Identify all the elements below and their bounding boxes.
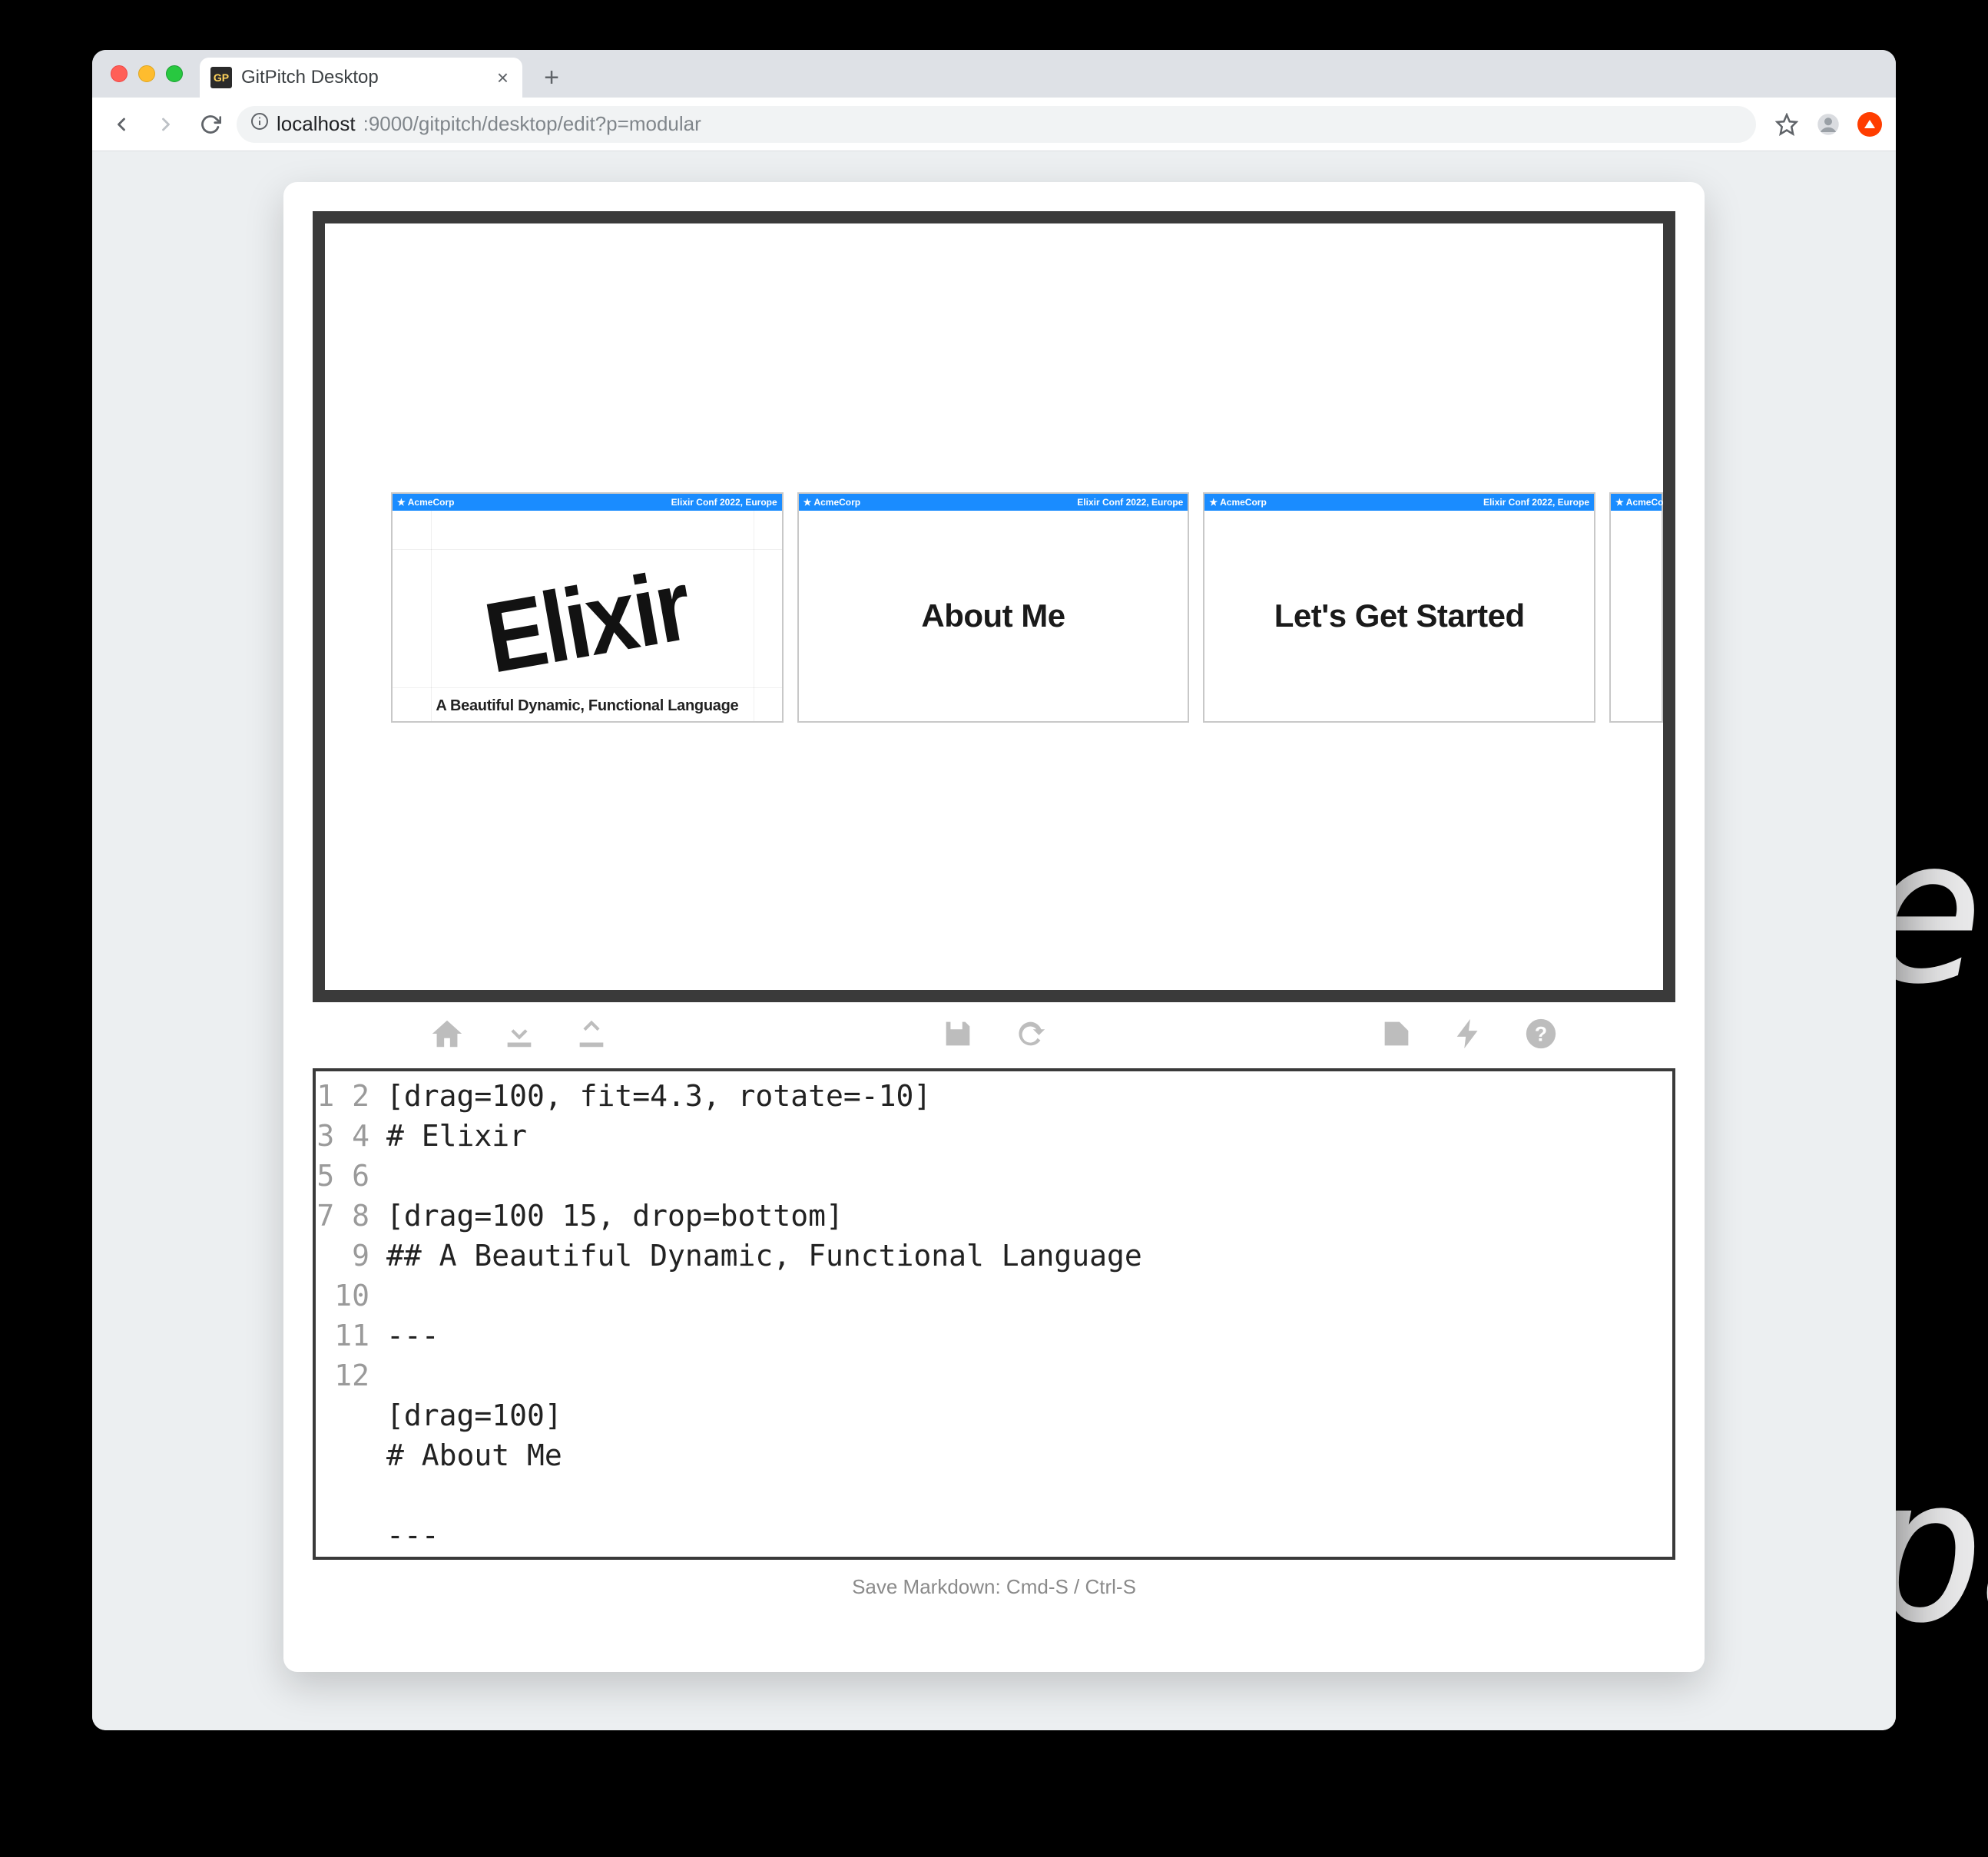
slide-header: AcmeCorp Elixir Conf 2022, Europe bbox=[799, 494, 1188, 511]
gitpitch-app-panel: AcmeCorp Elixir Conf 2022, Europe Elixir… bbox=[283, 182, 1705, 1672]
upload-icon[interactable] bbox=[574, 1016, 609, 1055]
browser-tabstrip: GP GitPitch Desktop × + bbox=[92, 50, 1896, 98]
slide-event: Elixir Conf 2022, Europe bbox=[1483, 497, 1589, 508]
slide-thumbnail-3[interactable]: AcmeCorp Elixir Conf 2022, Europe Let's … bbox=[1203, 492, 1595, 723]
refresh-icon[interactable] bbox=[1012, 1016, 1048, 1055]
editor-code[interactable]: [drag=100, fit=4.3, rotate=-10] # Elixir… bbox=[377, 1071, 1672, 1557]
slide-thumbnail-1[interactable]: AcmeCorp Elixir Conf 2022, Europe Elixir… bbox=[391, 492, 784, 723]
page-content: AcmeCorp Elixir Conf 2022, Europe Elixir… bbox=[92, 151, 1896, 1730]
editor-toolbar: ? bbox=[283, 1002, 1705, 1068]
url-host: localhost bbox=[277, 112, 356, 136]
save-hint: Save Markdown: Cmd-S / Ctrl-S bbox=[283, 1560, 1705, 1619]
window-minimize-button[interactable] bbox=[138, 65, 155, 82]
url-path: :9000/gitpitch/desktop/edit?p=modular bbox=[363, 112, 701, 136]
nav-back-button[interactable] bbox=[103, 106, 140, 143]
slide-brand: AcmeCorp bbox=[1209, 497, 1266, 508]
browser-window: GP GitPitch Desktop × + localhost :9000/g… bbox=[92, 50, 1896, 1730]
markdown-editor[interactable]: 1 2 3 4 5 6 7 8 9 10 11 12 [drag=100, fi… bbox=[313, 1068, 1675, 1560]
extension-icon[interactable] bbox=[1854, 109, 1885, 140]
tab-favicon: GP bbox=[210, 67, 232, 88]
window-zoom-button[interactable] bbox=[166, 65, 183, 82]
window-controls bbox=[103, 50, 194, 98]
browser-toolbar: localhost :9000/gitpitch/desktop/edit?p=m… bbox=[92, 98, 1896, 151]
slide-1-subtitle: A Beautiful Dynamic, Functional Language bbox=[393, 697, 782, 715]
slide-event: Elixir Conf 2022, Europe bbox=[1077, 497, 1183, 508]
slide-header: AcmeCorp Elixir Conf 2022, Europe bbox=[393, 494, 782, 511]
window-close-button[interactable] bbox=[111, 65, 128, 82]
home-icon[interactable] bbox=[429, 1016, 465, 1055]
slide-brand: AcmeCorp bbox=[397, 497, 454, 508]
open-external-icon[interactable] bbox=[1379, 1016, 1414, 1055]
new-tab-button[interactable]: + bbox=[535, 61, 568, 94]
slide-header: AcmeCorp Elixir Conf 2022, Europe bbox=[1204, 494, 1594, 511]
save-icon[interactable] bbox=[940, 1016, 976, 1055]
nav-reload-button[interactable] bbox=[192, 106, 229, 143]
slide-event: Elixir Conf 2022, Europe bbox=[671, 497, 777, 508]
tab-title: GitPitch Desktop bbox=[241, 67, 485, 88]
browser-tab-active[interactable]: GP GitPitch Desktop × bbox=[200, 58, 522, 98]
slide-1-title: Elixir bbox=[479, 554, 696, 688]
slide-brand: AcmeCorp bbox=[803, 497, 860, 508]
slide-brand: AcmeCorp bbox=[1615, 497, 1672, 508]
slide-header: AcmeCorp bbox=[1611, 494, 1662, 511]
slide-2-title: About Me bbox=[921, 597, 1065, 634]
slide-thumbnail-2[interactable]: AcmeCorp Elixir Conf 2022, Europe About … bbox=[797, 492, 1190, 723]
bookmark-star-icon[interactable] bbox=[1771, 109, 1802, 140]
download-icon[interactable] bbox=[502, 1016, 537, 1055]
nav-forward-button[interactable] bbox=[147, 106, 184, 143]
site-info-icon[interactable] bbox=[250, 112, 269, 136]
slide-thumbnail-4-partial[interactable]: AcmeCorp bbox=[1609, 492, 1663, 723]
address-bar[interactable]: localhost :9000/gitpitch/desktop/edit?p=m… bbox=[237, 106, 1756, 143]
tab-close-icon[interactable]: × bbox=[494, 66, 512, 90]
profile-avatar-icon[interactable] bbox=[1813, 109, 1844, 140]
svg-text:?: ? bbox=[1535, 1022, 1547, 1045]
slide-3-title: Let's Get Started bbox=[1274, 597, 1525, 634]
slide-preview-frame: AcmeCorp Elixir Conf 2022, Europe Elixir… bbox=[313, 211, 1675, 1002]
slide-thumbnails-row[interactable]: AcmeCorp Elixir Conf 2022, Europe Elixir… bbox=[391, 492, 1663, 723]
editor-gutter: 1 2 3 4 5 6 7 8 9 10 11 12 bbox=[316, 1071, 377, 1557]
bolt-icon[interactable] bbox=[1451, 1016, 1486, 1055]
help-icon[interactable]: ? bbox=[1523, 1016, 1559, 1055]
